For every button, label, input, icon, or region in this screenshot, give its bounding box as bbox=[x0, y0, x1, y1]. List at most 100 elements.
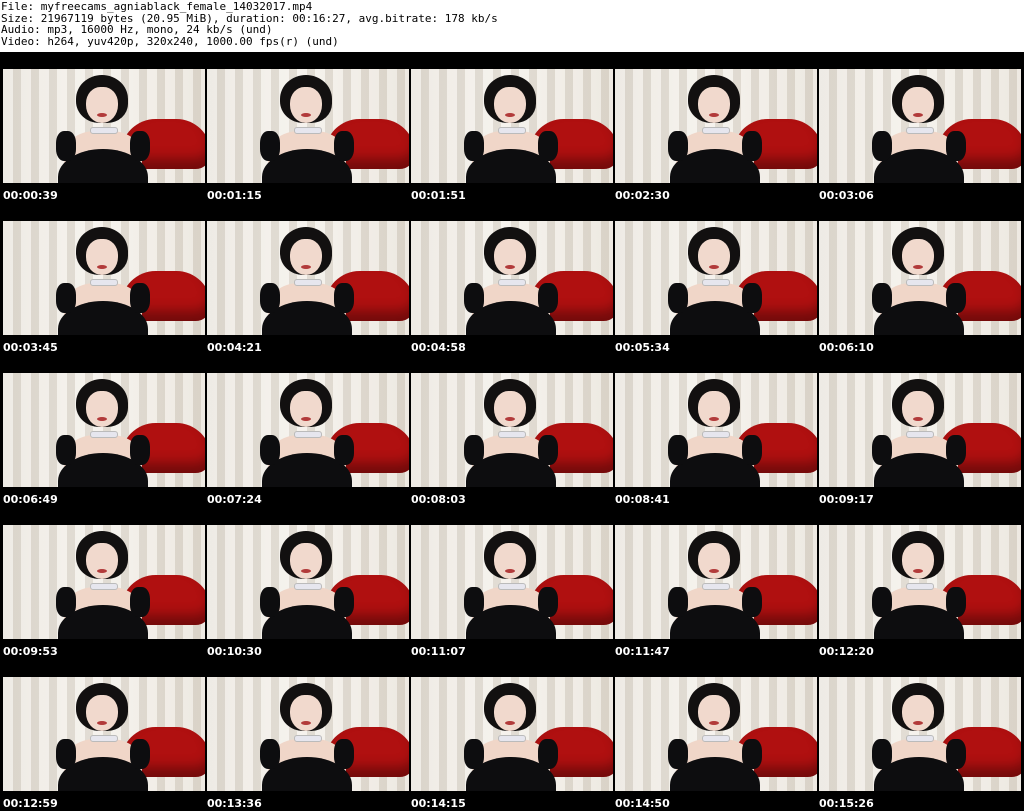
timestamp-label: 00:13:36 bbox=[207, 797, 262, 810]
person-lips bbox=[97, 113, 107, 117]
thumbnail-cell: 00:07:24 bbox=[206, 356, 410, 508]
person-figure bbox=[446, 69, 566, 183]
person-choker bbox=[90, 583, 118, 590]
person-lips bbox=[505, 569, 515, 573]
timestamp-label: 00:06:49 bbox=[3, 493, 58, 506]
thumbnail-grid: 00:00:39 00:01:15 00:01:51 00:02:30 00:03:06… bbox=[0, 52, 1024, 811]
video-frame-thumbnail bbox=[819, 69, 1021, 183]
person-dress bbox=[668, 435, 762, 487]
person-face bbox=[698, 391, 730, 427]
video-frame-thumbnail bbox=[615, 221, 817, 335]
thumbnail-cell: 00:01:15 bbox=[206, 52, 410, 204]
timestamp-label: 00:08:41 bbox=[615, 493, 670, 506]
video-frame-thumbnail bbox=[207, 677, 409, 791]
person-lips bbox=[97, 569, 107, 573]
person-choker bbox=[702, 127, 730, 134]
video-frame-thumbnail bbox=[615, 677, 817, 791]
person-choker bbox=[498, 735, 526, 742]
person-face bbox=[494, 391, 526, 427]
person-dress bbox=[872, 739, 966, 791]
person-face bbox=[902, 695, 934, 731]
person-lips bbox=[709, 721, 719, 725]
thumbnail-cell: 00:04:21 bbox=[206, 204, 410, 356]
timestamp-label: 00:08:03 bbox=[411, 493, 466, 506]
thumbnail-cell: 00:13:36 bbox=[206, 660, 410, 812]
person-figure bbox=[38, 69, 158, 183]
person-lips bbox=[913, 265, 923, 269]
person-figure bbox=[446, 373, 566, 487]
person-choker bbox=[498, 431, 526, 438]
timestamp-label: 00:01:51 bbox=[411, 189, 466, 202]
person-choker bbox=[90, 127, 118, 134]
thumbnail-cell: 00:15:26 bbox=[818, 660, 1022, 812]
person-lips bbox=[505, 721, 515, 725]
video-frame-thumbnail bbox=[819, 221, 1021, 335]
person-dress bbox=[464, 131, 558, 183]
person-face bbox=[290, 391, 322, 427]
person-figure bbox=[242, 221, 362, 335]
video-frame-thumbnail bbox=[3, 69, 205, 183]
video-frame-thumbnail bbox=[207, 69, 409, 183]
person-face bbox=[86, 87, 118, 123]
person-dress bbox=[668, 739, 762, 791]
video-frame-thumbnail bbox=[819, 677, 1021, 791]
timestamp-label: 00:10:30 bbox=[207, 645, 262, 658]
timestamp-label: 00:03:06 bbox=[819, 189, 874, 202]
person-dress bbox=[464, 283, 558, 335]
thumbnail-cell: 00:06:10 bbox=[818, 204, 1022, 356]
person-face bbox=[902, 543, 934, 579]
thumbnail-cell: 00:12:20 bbox=[818, 508, 1022, 660]
timestamp-label: 00:09:17 bbox=[819, 493, 874, 506]
person-choker bbox=[702, 583, 730, 590]
thumbnail-cell: 00:14:50 bbox=[614, 660, 818, 812]
thumbnail-cell: 00:06:49 bbox=[2, 356, 206, 508]
person-dress bbox=[872, 435, 966, 487]
person-figure bbox=[242, 373, 362, 487]
video-frame-thumbnail bbox=[3, 373, 205, 487]
timestamp-label: 00:11:07 bbox=[411, 645, 466, 658]
video-frame-thumbnail bbox=[819, 373, 1021, 487]
person-figure bbox=[854, 525, 974, 639]
thumbnail-cell: 00:09:53 bbox=[2, 508, 206, 660]
file-info-header: File: myfreecams_agniablack_female_14032… bbox=[0, 0, 1024, 52]
timestamp-label: 00:00:39 bbox=[3, 189, 58, 202]
person-face bbox=[86, 391, 118, 427]
video-info-line: Video: h264, yuv420p, 320x240, 1000.00 f… bbox=[1, 34, 339, 48]
person-figure bbox=[446, 221, 566, 335]
thumbnail-cell: 00:11:07 bbox=[410, 508, 614, 660]
thumbnail-cell: 00:01:51 bbox=[410, 52, 614, 204]
person-face bbox=[290, 87, 322, 123]
person-dress bbox=[872, 283, 966, 335]
person-face bbox=[494, 695, 526, 731]
person-face bbox=[86, 239, 118, 275]
person-dress bbox=[872, 587, 966, 639]
timestamp-label: 00:02:30 bbox=[615, 189, 670, 202]
person-face bbox=[698, 695, 730, 731]
person-dress bbox=[872, 131, 966, 183]
video-frame-thumbnail bbox=[3, 221, 205, 335]
person-figure bbox=[38, 677, 158, 791]
person-lips bbox=[97, 265, 107, 269]
person-figure bbox=[854, 373, 974, 487]
person-lips bbox=[301, 569, 311, 573]
person-face bbox=[494, 239, 526, 275]
person-dress bbox=[260, 739, 354, 791]
timestamp-label: 00:09:53 bbox=[3, 645, 58, 658]
person-dress bbox=[668, 587, 762, 639]
video-frame-thumbnail bbox=[615, 373, 817, 487]
person-figure bbox=[242, 525, 362, 639]
person-face bbox=[902, 239, 934, 275]
person-lips bbox=[913, 721, 923, 725]
person-dress bbox=[464, 435, 558, 487]
person-figure bbox=[446, 525, 566, 639]
person-dress bbox=[668, 283, 762, 335]
timestamp-label: 00:15:26 bbox=[819, 797, 874, 810]
video-frame-thumbnail bbox=[3, 525, 205, 639]
person-lips bbox=[913, 569, 923, 573]
person-lips bbox=[709, 113, 719, 117]
person-face bbox=[494, 87, 526, 123]
video-frame-thumbnail bbox=[3, 677, 205, 791]
thumbnail-cell: 00:03:06 bbox=[818, 52, 1022, 204]
thumbnail-cell: 00:10:30 bbox=[206, 508, 410, 660]
person-lips bbox=[709, 265, 719, 269]
